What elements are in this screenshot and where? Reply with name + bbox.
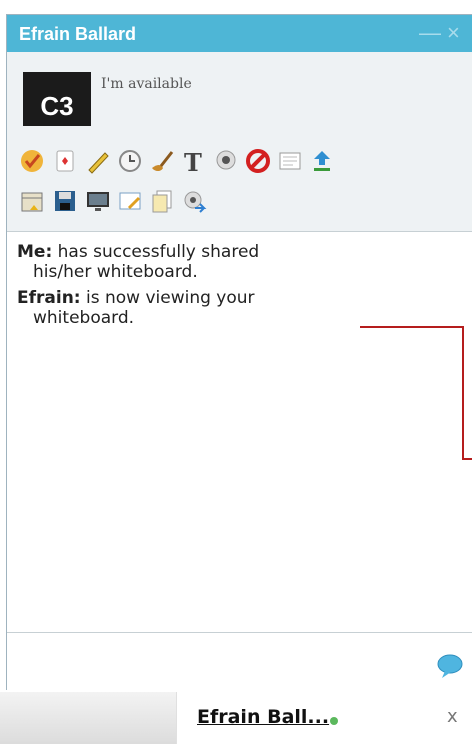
avatar[interactable]: C3 [23, 72, 91, 126]
monitor-icon[interactable] [85, 188, 111, 214]
message-text-continued: his/her whiteboard. [33, 262, 198, 282]
chat-message: Efrain: is now viewing your whiteboard. [17, 288, 255, 328]
pencil-icon[interactable] [85, 148, 111, 174]
chat-window: Efrain Ballard — × C3 I'm available T Me… [6, 14, 472, 691]
toolbar: T [7, 132, 472, 232]
calendar-icon[interactable] [19, 188, 45, 214]
brush-icon[interactable] [149, 148, 175, 174]
minimize-button[interactable]: — [419, 20, 441, 46]
whiteboard-icon[interactable] [117, 188, 143, 214]
message-input[interactable] [7, 632, 472, 691]
chat-transcript[interactable]: Me: has successfully shared his/her whit… [7, 231, 472, 632]
close-button[interactable]: × [447, 20, 460, 46]
block-icon[interactable] [245, 148, 271, 174]
emoticon-icon[interactable] [19, 148, 45, 174]
taskbar-empty-slot[interactable] [0, 692, 177, 744]
message-text-continued: whiteboard. [33, 308, 135, 328]
chat-message: Me: has successfully shared his/her whit… [17, 242, 259, 282]
window-title: Efrain Ballard [19, 24, 137, 44]
document-copy-icon[interactable] [149, 188, 175, 214]
annotation-line [462, 326, 464, 460]
webcam-icon[interactable] [213, 148, 239, 174]
upload-icon[interactable] [309, 148, 335, 174]
annotation-line [462, 458, 472, 460]
clock-icon[interactable] [117, 148, 143, 174]
profile-area: C3 I'm available [7, 52, 472, 132]
notes-icon[interactable] [277, 148, 303, 174]
speech-bubble-icon[interactable] [435, 653, 465, 679]
message-sender: Efrain: [17, 288, 81, 308]
title-bar[interactable]: Efrain Ballard — × [7, 15, 472, 52]
status-text: I'm available [101, 76, 192, 92]
svg-text:T: T [184, 148, 202, 174]
taskbar-chat-tab[interactable]: Efrain Ball... x [176, 692, 472, 744]
presence-dot-icon [330, 717, 338, 725]
card-icon[interactable] [52, 148, 78, 174]
text-icon[interactable]: T [181, 148, 207, 174]
message-sender: Me: [17, 242, 53, 262]
save-icon[interactable] [52, 188, 78, 214]
taskbar-tab-name[interactable]: Efrain Ball... [197, 706, 329, 728]
webcam-share-icon[interactable] [181, 188, 207, 214]
message-text: has successfully shared [57, 242, 260, 262]
message-text: is now viewing your [86, 288, 255, 308]
taskbar: Efrain Ball... x [0, 692, 472, 744]
taskbar-close-button[interactable]: x [447, 706, 458, 727]
annotation-line [360, 326, 464, 328]
